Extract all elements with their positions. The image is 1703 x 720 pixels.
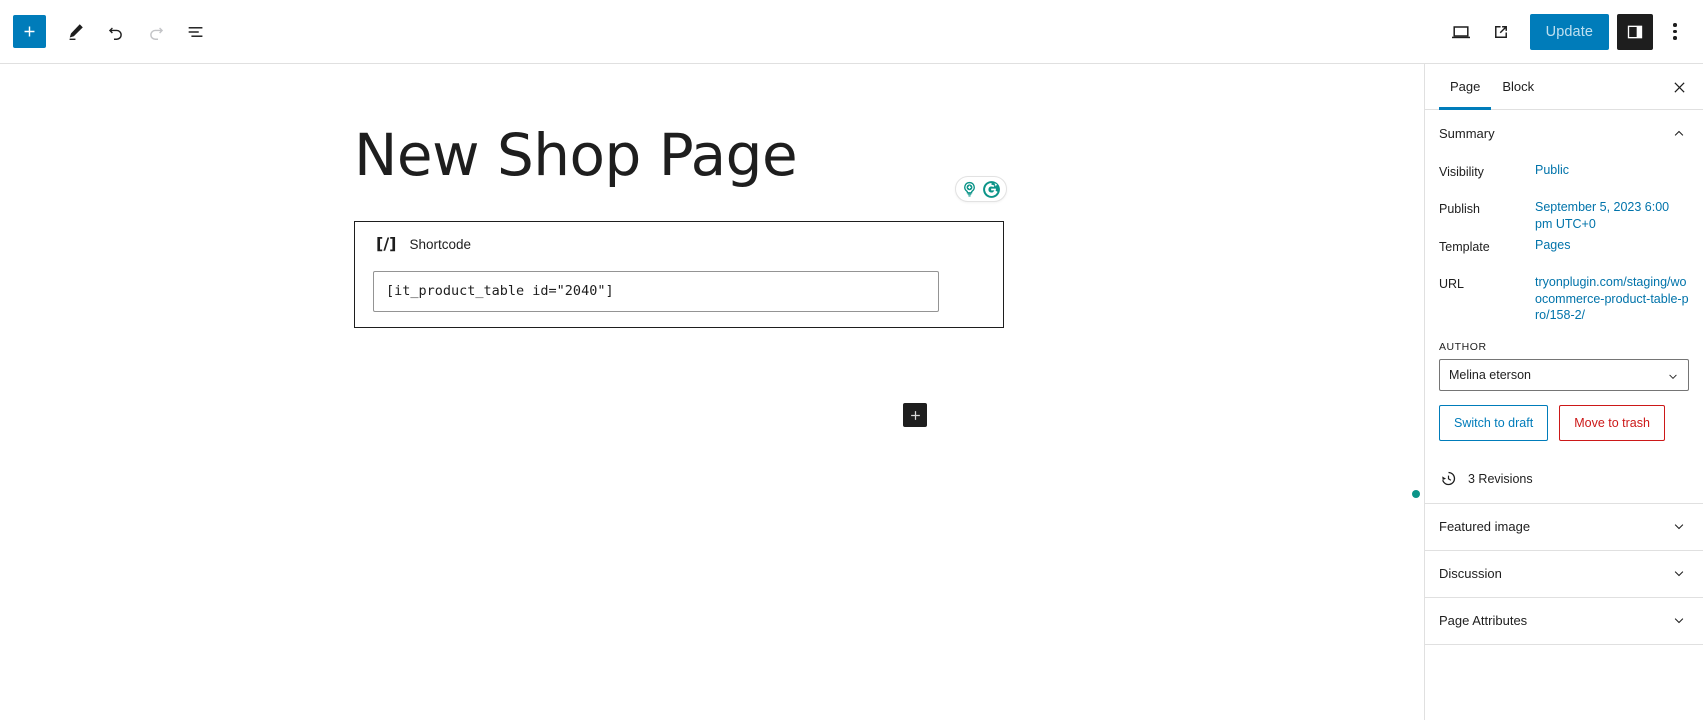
template-value-button[interactable]: Pages [1535, 237, 1689, 254]
grammarly-g-icon[interactable] [981, 179, 1002, 200]
page-title[interactable]: New Shop Page [354, 121, 1004, 189]
kebab-dot [1673, 36, 1677, 40]
author-select-wrapper: Melina eterson [1425, 358, 1703, 391]
summary-label: Template [1439, 240, 1490, 254]
page-attributes-panel-header[interactable]: Page Attributes [1425, 598, 1703, 644]
discussion-panel-title: Discussion [1439, 566, 1502, 581]
page-attributes-panel-title: Page Attributes [1439, 613, 1528, 628]
writing-assistant-widget[interactable] [955, 176, 1007, 202]
plus-icon [24, 26, 35, 37]
revisions-clock-icon [1442, 471, 1456, 486]
chevron-down-icon [1674, 523, 1684, 529]
switch-to-draft-button[interactable]: Switch to draft [1439, 404, 1549, 441]
shortcode-icon: [/] [376, 234, 397, 253]
document-overview-button[interactable] [177, 13, 215, 51]
featured-image-panel-title: Featured image [1439, 519, 1531, 534]
block-appender-button[interactable] [903, 403, 927, 427]
undo-icon [108, 27, 122, 40]
list-view-icon [188, 26, 203, 37]
chevron-down-icon [1674, 570, 1684, 576]
editor-top-toolbar: Update [0, 0, 1703, 64]
options-menu-button[interactable] [1657, 14, 1693, 50]
shortcode-input[interactable] [373, 271, 939, 312]
external-link-icon [1494, 25, 1507, 38]
close-sidebar-button[interactable] [1661, 69, 1697, 105]
lightbulb-plus-icon[interactable] [960, 180, 979, 199]
redo-button[interactable] [137, 13, 175, 51]
settings-toggle-button[interactable] [1617, 13, 1653, 50]
pencil-icon [69, 23, 83, 40]
tools-pencil-button[interactable] [57, 13, 95, 51]
chevron-up-icon [1674, 130, 1684, 136]
editor-canvas[interactable]: New Shop Page [/] Shortcode [it_product_… [0, 64, 1424, 720]
author-label: AUTHOR [1439, 340, 1487, 353]
featured-image-panel-header[interactable]: Featured image [1425, 504, 1703, 550]
summary-panel-title: Summary [1439, 125, 1495, 141]
tab-block[interactable]: Block [1491, 64, 1545, 109]
undo-button[interactable] [97, 13, 135, 51]
summary-row-template: Template Pages [1439, 237, 1689, 269]
redo-icon [150, 27, 164, 40]
close-icon [1673, 81, 1685, 93]
discussion-panel-header[interactable]: Discussion [1425, 551, 1703, 597]
add-block-button[interactable] [13, 15, 46, 48]
kebab-dot [1673, 23, 1677, 27]
permalink-value-button[interactable]: tryonplugin.com/staging/woocommerce-prod… [1535, 274, 1689, 324]
post-action-buttons: Switch to draft Move to trash [1425, 391, 1703, 441]
settings-sidebar: Page Block Summary Visibility Public Pub… [1424, 64, 1703, 720]
shortcode-block-label: Shortcode [409, 236, 472, 252]
post-title-wrapper: New Shop Page [354, 121, 1007, 202]
summary-row-publish: Publish September 5, 2023 6:00 pm UTC+0 [1439, 199, 1689, 232]
panel-divider [1425, 643, 1703, 645]
author-select[interactable]: Melina eterson [1439, 358, 1689, 391]
visibility-value-button[interactable]: Public [1535, 162, 1689, 179]
publish-date-button[interactable]: September 5, 2023 6:00 pm UTC+0 [1535, 199, 1689, 232]
plus-icon [910, 410, 920, 420]
sidebar-panel-icon [1627, 25, 1643, 38]
sidebar-tabs: Page Block [1425, 64, 1703, 110]
move-to-trash-button[interactable]: Move to trash [1559, 404, 1665, 441]
summary-rows: Visibility Public Publish September 5, 2… [1425, 156, 1703, 333]
toolbar-left-group [0, 13, 215, 51]
revisions-link[interactable]: 3 Revisions [1425, 455, 1703, 503]
summary-label: Publish [1439, 202, 1480, 216]
preview-device-button[interactable] [1442, 13, 1480, 51]
chevron-down-icon [1674, 617, 1684, 623]
kebab-dot [1673, 29, 1677, 34]
wordpress-block-editor: Update New Shop Page [/] Shortcode [it_p… [0, 0, 1703, 720]
update-button[interactable]: Update [1529, 13, 1609, 50]
summary-label: Visibility [1439, 165, 1484, 179]
laptop-icon [1451, 25, 1470, 38]
shortcode-block-header: [/] Shortcode [355, 222, 1003, 252]
summary-label: URL [1439, 277, 1465, 291]
summary-panel-header[interactable]: Summary [1425, 110, 1703, 156]
tab-page[interactable]: Page [1439, 64, 1492, 110]
toolbar-right-group: Update [1442, 13, 1703, 51]
summary-row-visibility: Visibility Public [1439, 162, 1689, 194]
assistant-status-dot[interactable] [1412, 490, 1420, 498]
shortcode-block[interactable]: [/] Shortcode [354, 221, 1004, 328]
summary-row-url: URL tryonplugin.com/staging/woocommerce-… [1439, 274, 1689, 324]
revisions-label: 3 Revisions [1468, 471, 1533, 486]
view-site-button[interactable] [1482, 13, 1520, 51]
